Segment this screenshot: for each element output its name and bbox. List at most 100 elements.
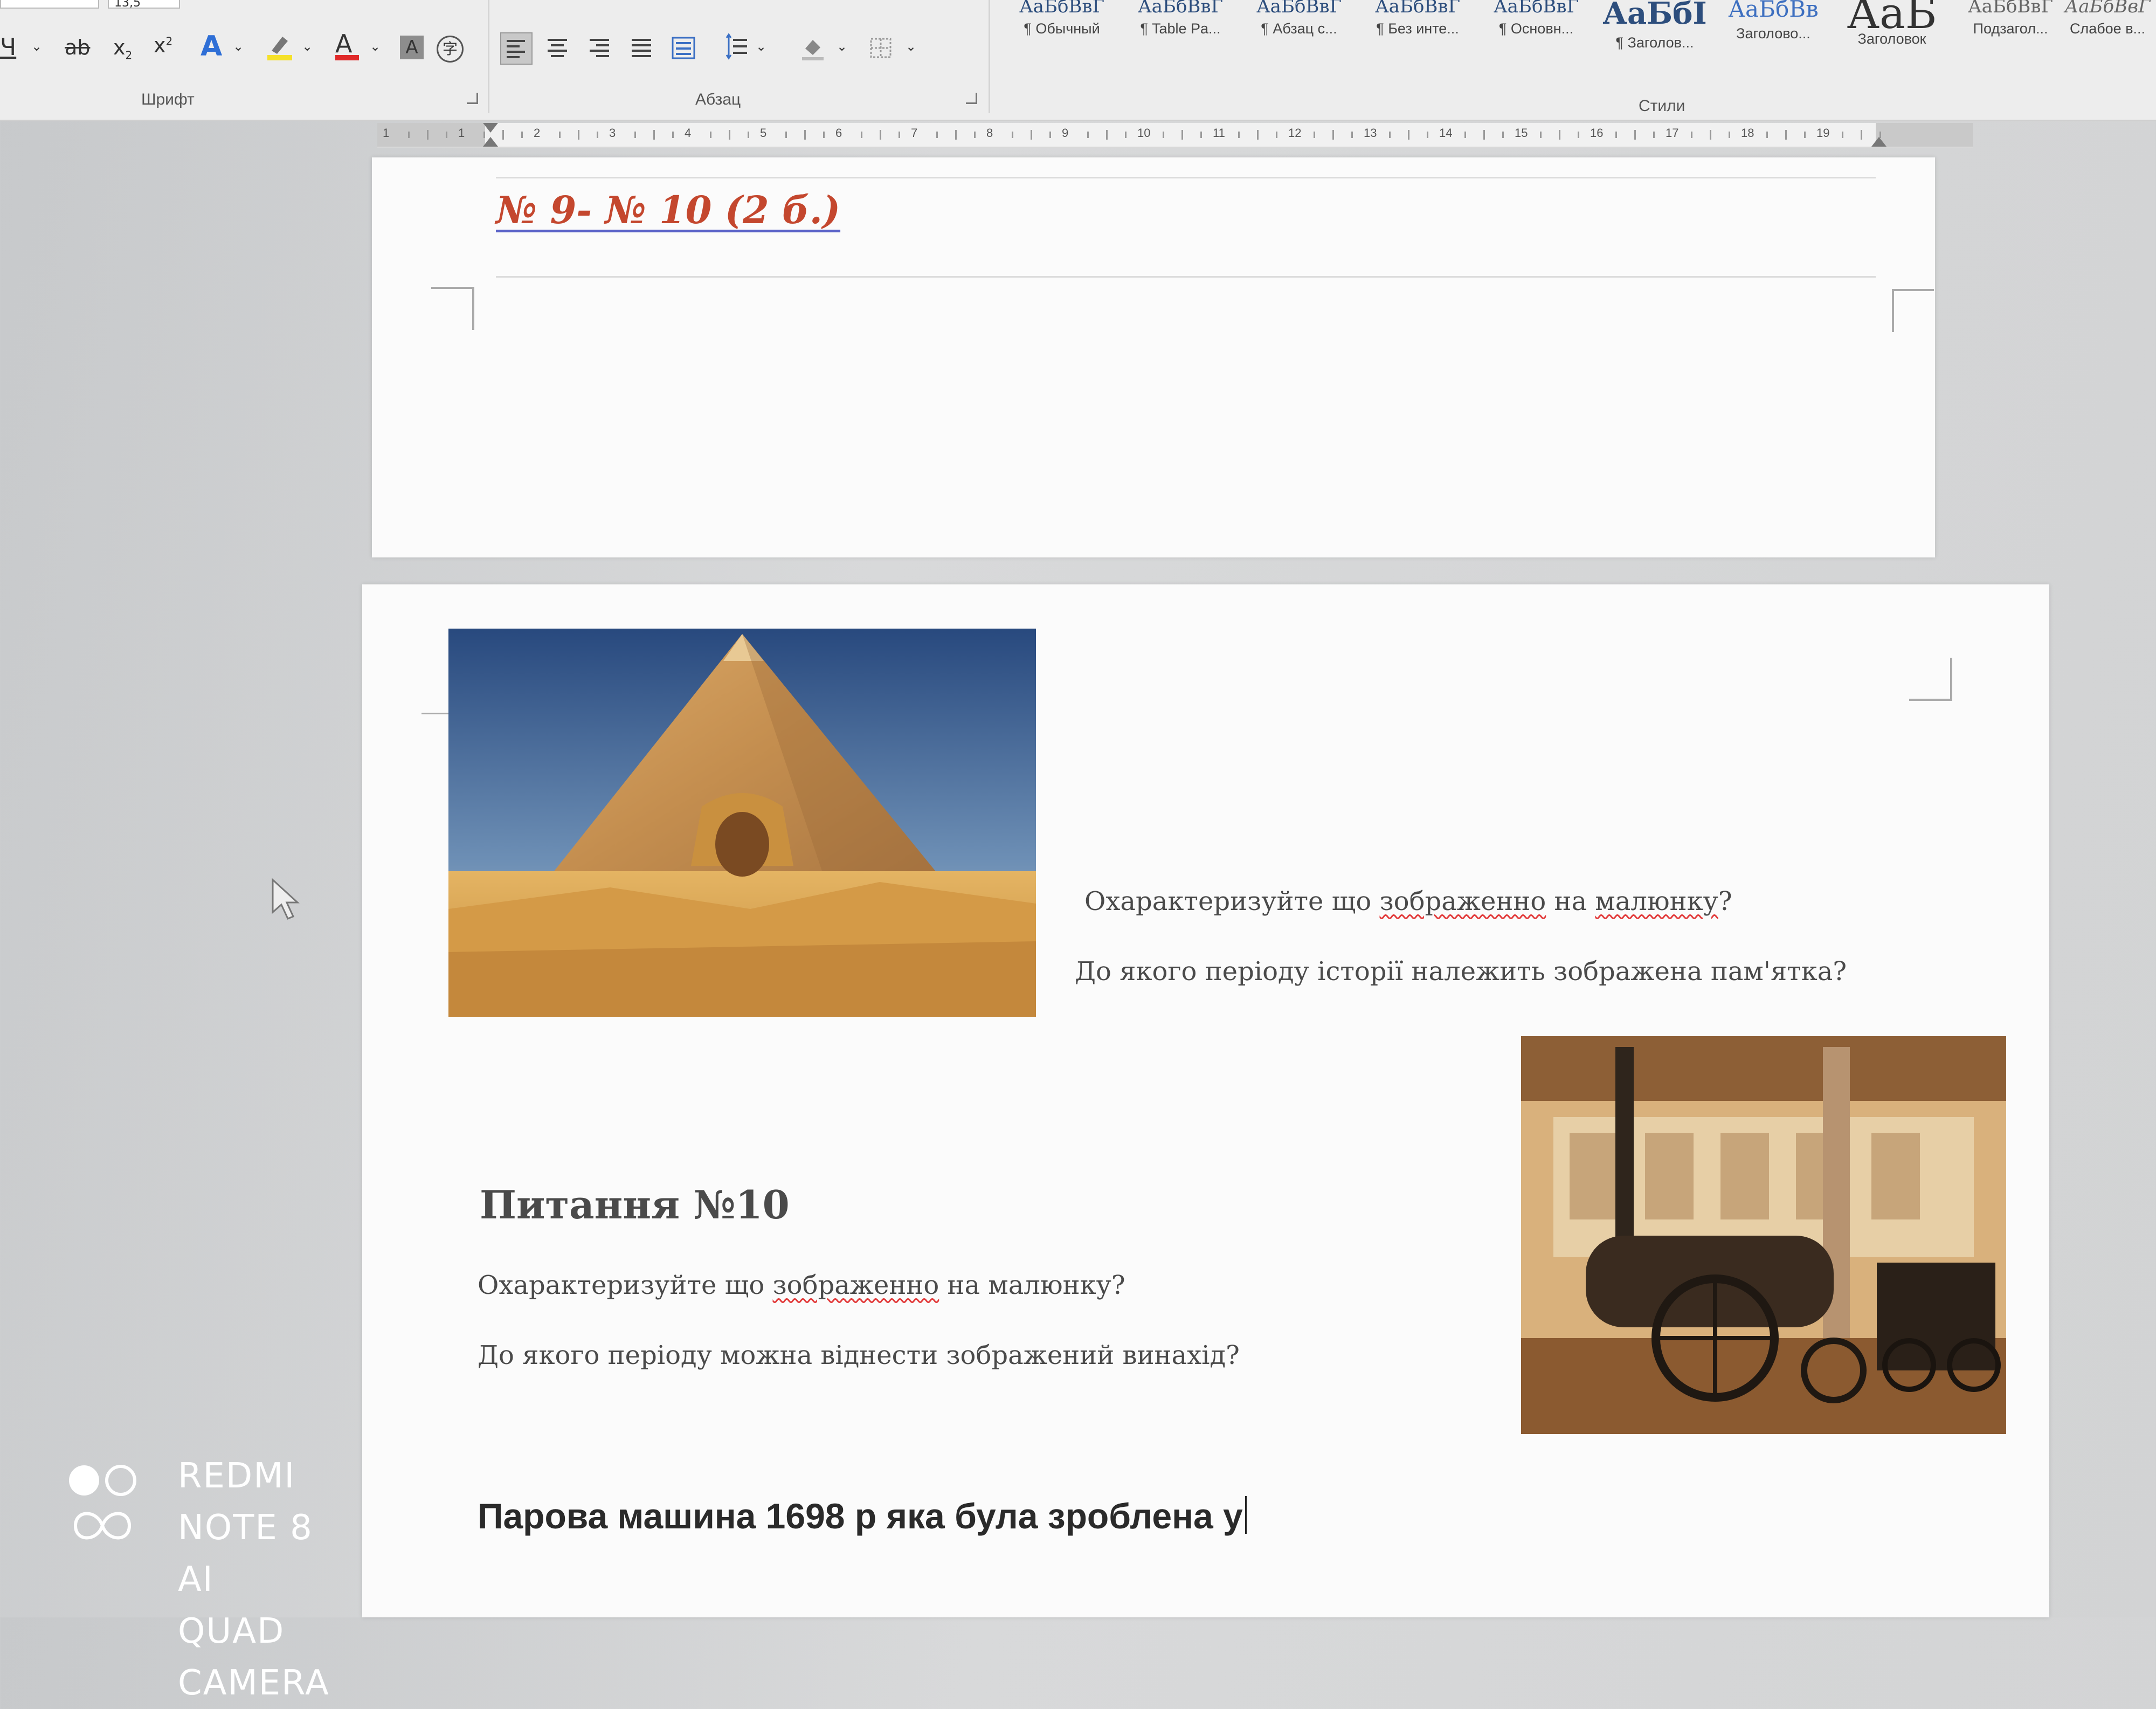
distributed-align-icon[interactable] [668, 32, 699, 63]
page-1[interactable]: № 9- № 10 (2 б.) [372, 157, 1935, 557]
q10-text: Охарактеризуйте що [478, 1270, 773, 1300]
align-center-icon[interactable] [542, 32, 572, 63]
style-body[interactable]: АаБбВвГ ¶ Основн... [1477, 0, 1595, 75]
ruler-tick [1729, 132, 1730, 138]
ruler-number: 1 [458, 126, 465, 140]
ruler-tick [502, 130, 504, 140]
answer-line[interactable]: Парова машина 1698 р яка була зроблена у [478, 1496, 1247, 1536]
style-normal[interactable]: АаБбВвГ ¶ Обычный [1003, 0, 1121, 75]
ruler-tick [1540, 132, 1542, 138]
style-name: ¶ Обычный [1024, 20, 1100, 37]
ruler-tick [804, 130, 806, 140]
crop-mark-right-icon [1909, 658, 1952, 701]
style-title[interactable]: АаБ Заголовок [1833, 0, 1951, 75]
ruler-tick [1766, 132, 1768, 138]
highlight-color-icon[interactable] [264, 31, 294, 61]
ruler-tick [1427, 132, 1428, 138]
borders-chevron-icon[interactable]: ⌄ [906, 39, 916, 54]
text-effects-icon[interactable]: A [201, 30, 222, 63]
ruler-tick [1257, 130, 1259, 140]
font-size-box[interactable]: 13,5 [108, 0, 180, 9]
style-no-spacing[interactable]: АаБбВвГ ¶ Без инте... [1358, 0, 1477, 75]
strikethrough-button[interactable]: ab [65, 36, 90, 59]
spellcheck-word[interactable]: зображенно [1379, 886, 1546, 916]
ruler-tick [1181, 130, 1183, 140]
ruler-tick [1276, 132, 1277, 138]
pyramid-image[interactable] [448, 629, 1036, 1017]
style-subtitle[interactable]: АаБбВвГ Подзагол... [1951, 0, 2070, 75]
spellcheck-word[interactable]: малюнку [1595, 886, 1718, 916]
style-preview: АаБбВвГ [1374, 0, 1461, 17]
underline-dropdown-chevron-icon[interactable]: ⌄ [31, 39, 42, 54]
watermark-line-2: AI QUAD CAMERA [178, 1560, 330, 1703]
ruler-tick [1559, 130, 1560, 140]
ruler-tick [1106, 130, 1108, 140]
font-name-box[interactable] [0, 0, 99, 9]
right-indent-marker-icon[interactable] [1871, 137, 1887, 147]
style-name: ¶ Абзац с... [1261, 20, 1337, 37]
ruler-number: 2 [534, 126, 541, 140]
ruler-number: 11 [1213, 126, 1225, 140]
ruler-number: 14 [1439, 126, 1453, 140]
paragraph-dialog-launcher-icon[interactable] [966, 93, 977, 104]
ruler-tick [1634, 130, 1636, 140]
ruler-tick [1483, 130, 1485, 140]
styles-gallery: АаБбВвГ ¶ Обычный АаБбВвГ ¶ Table Pa... Аа… [1003, 0, 2156, 86]
style-preview: АаБбI [1602, 0, 1707, 31]
crop-mark-right-icon [1892, 289, 1934, 332]
ruler-margin-right [1876, 123, 1973, 147]
ruler-tick [899, 132, 900, 138]
line-spacing-icon[interactable] [721, 32, 751, 63]
q9-text: ? [1718, 886, 1732, 916]
style-preview: АаБбВвГ [2064, 0, 2151, 17]
q10-line-2: До якого періоду можна віднести зображен… [478, 1340, 1240, 1370]
paragraph-group-label: Абзац [695, 91, 741, 108]
align-right-icon[interactable] [584, 32, 614, 63]
character-shading-icon[interactable]: A [400, 36, 424, 59]
shading-icon[interactable] [798, 32, 828, 63]
q9-text: Охарактеризуйте що [1084, 886, 1380, 916]
font-dialog-launcher-icon[interactable] [467, 93, 478, 104]
enclosed-character-icon[interactable]: 字 [437, 36, 464, 63]
ruler-tick [634, 132, 636, 138]
borders-icon[interactable] [866, 32, 896, 63]
style-subtle-emphasis[interactable]: АаБбВвГ Слабое в... [2059, 0, 2156, 75]
ruler-tick [785, 132, 787, 138]
style-list-paragraph[interactable]: АаБбВвГ ¶ Абзац с... [1240, 0, 1358, 75]
indent-marker-icon[interactable] [483, 137, 498, 147]
ruler-number: 17 [1666, 126, 1679, 140]
underline-button[interactable]: Ч [0, 33, 16, 61]
line-spacing-chevron-icon[interactable]: ⌄ [756, 39, 766, 54]
ruler-number: 1 [383, 126, 390, 140]
ruler-tick [861, 132, 862, 138]
ruler-tick [1804, 132, 1806, 138]
justify-icon[interactable] [626, 32, 657, 63]
ruler-number: 7 [911, 126, 918, 140]
text-effects-chevron-icon[interactable]: ⌄ [233, 39, 244, 54]
ruler-tick [710, 132, 711, 138]
style-preview: АаБбВвГ [1493, 0, 1579, 17]
style-table-paragraph[interactable]: АаБбВвГ ¶ Table Pa... [1121, 0, 1240, 75]
styles-group-label: Стили [1639, 97, 1685, 115]
subscript-button[interactable]: x2 [113, 36, 132, 62]
ruler-tick [1879, 132, 1881, 138]
mouse-pointer-icon [272, 878, 300, 920]
shading-chevron-icon[interactable]: ⌄ [837, 39, 847, 54]
align-left-icon[interactable] [500, 32, 533, 65]
ruler-tick [408, 132, 410, 138]
footer-line [496, 276, 1876, 278]
font-color-icon[interactable]: A [335, 29, 359, 60]
ruler-tick [597, 132, 598, 138]
superscript-button[interactable]: x2 [154, 33, 172, 57]
page-2[interactable]: Охарактеризуйте що зображенно на малюнку… [362, 584, 2049, 1617]
text-cursor [1245, 1496, 1247, 1534]
spellcheck-word[interactable]: зображенно [772, 1270, 939, 1300]
horizontal-ruler[interactable]: 1 1 2 3 4 5 6 7 8 9 10 11 12 13 14 15 16 17 18 19 [377, 123, 1973, 148]
style-heading-2[interactable]: АаБбВв Заголово... [1714, 0, 1833, 75]
indent-marker-icon[interactable] [483, 123, 498, 133]
font-color-chevron-icon[interactable]: ⌄ [370, 39, 381, 54]
ruler-tick [1578, 132, 1579, 138]
locomotive-image[interactable] [1521, 1036, 2006, 1434]
style-heading-1[interactable]: АаБбI ¶ Заголов... [1595, 0, 1714, 75]
highlight-chevron-icon[interactable]: ⌄ [302, 39, 313, 54]
